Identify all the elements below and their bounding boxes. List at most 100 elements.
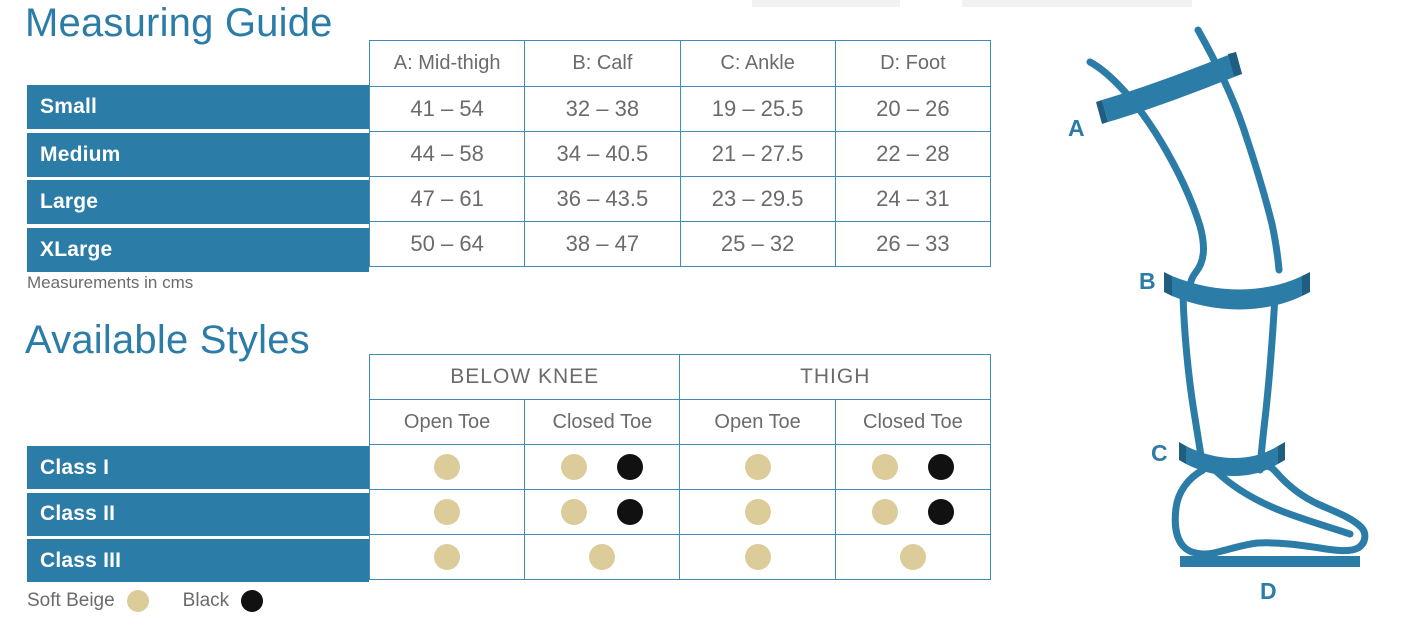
available-styles-color-cell	[834, 489, 992, 535]
available-styles-color-cell	[524, 489, 681, 535]
measuring-guide-size-label: Large	[27, 180, 369, 224]
legend-color-swatch	[126, 590, 149, 612]
leg-label-a: A	[1068, 115, 1085, 141]
top-edge-artifact	[752, 0, 900, 7]
leg-label-b: B	[1139, 268, 1156, 294]
available-styles-group-header: THIGH	[679, 354, 991, 400]
measuring-guide-cell: 21 – 27.5	[679, 131, 836, 177]
measuring-guide-column-header: C: Ankle	[679, 40, 836, 87]
color-dot-group	[525, 535, 679, 579]
color-dot-group	[370, 445, 524, 489]
available-styles-group-header-row: BELOW KNEE THIGH	[368, 354, 991, 400]
table-row: 50 – 64 38 – 47 25 – 32 26 – 33	[368, 221, 992, 267]
available-styles-group-header: BELOW KNEE	[368, 354, 681, 400]
color-legend: Soft Beige Black	[27, 590, 264, 612]
soft-beige-color-dot	[561, 454, 588, 480]
measuring-guide-header-row: A: Mid-thigh B: Calf C: Ankle D: Foot	[368, 40, 992, 87]
measuring-guide-column-header: D: Foot	[834, 40, 992, 87]
available-styles-class-label: Class I	[27, 446, 369, 489]
measuring-guide-cell: 23 – 29.5	[679, 176, 836, 222]
color-dot-group	[680, 490, 834, 534]
color-dot-group	[370, 490, 524, 534]
measuring-guide-cell: 32 – 38	[524, 86, 681, 132]
available-styles-sub-header-row: Open Toe Closed Toe Open Toe Closed Toe	[368, 399, 992, 445]
measuring-guide-cell: 26 – 33	[834, 221, 992, 267]
legend-item: Black	[182, 590, 264, 612]
measuring-guide-table: A: Mid-thigh B: Calf C: Ankle D: Foot 41 – …	[368, 40, 992, 267]
table-row: 41 – 54 32 – 38 19 – 25.5 20 – 26	[368, 86, 992, 132]
soft-beige-color-dot	[744, 499, 771, 525]
black-color-dot	[927, 499, 954, 525]
measuring-guide-cell: 19 – 25.5	[679, 86, 836, 132]
table-row	[368, 489, 992, 535]
measuring-guide-cell: 41 – 54	[368, 86, 526, 132]
available-styles-color-cell	[368, 444, 526, 490]
measuring-guide-page: Measuring Guide Small Medium Large XLarge A…	[0, 0, 1404, 640]
measuring-guide-cell: 44 – 58	[368, 131, 526, 177]
available-styles-color-cell	[834, 534, 992, 580]
measuring-guide-cell: 36 – 43.5	[524, 176, 681, 222]
measurements-unit-footnote: Measurements in cms	[27, 273, 194, 292]
measuring-guide-column-header: A: Mid-thigh	[368, 40, 526, 87]
table-row: 47 – 61 36 – 43.5 23 – 29.5 24 – 31	[368, 176, 992, 222]
foot-outline-path	[1171, 462, 1369, 558]
color-dot-group	[836, 535, 990, 579]
color-dot-group	[525, 490, 679, 534]
legend-item: Soft Beige	[27, 590, 149, 612]
available-styles-color-cell	[368, 534, 526, 580]
available-styles-table: BELOW KNEE THIGH Open Toe Closed Toe Open T…	[368, 354, 992, 580]
table-row	[368, 534, 992, 580]
legend-label: Soft Beige	[27, 590, 115, 611]
available-styles-class-label: Class III	[27, 539, 369, 582]
soft-beige-color-dot	[434, 544, 461, 570]
leg-label-d: D	[1260, 578, 1277, 604]
soft-beige-color-dot	[589, 544, 616, 570]
available-styles-sub-header: Closed Toe	[524, 399, 681, 445]
soft-beige-color-dot	[434, 454, 461, 480]
measuring-guide-heading: Measuring Guide	[25, 1, 333, 45]
soft-beige-color-dot	[871, 499, 898, 525]
table-row: 44 – 58 34 – 40.5 21 – 27.5 22 – 28	[368, 131, 992, 177]
measuring-guide-cell: 25 – 32	[679, 221, 836, 267]
color-dot-group	[680, 445, 834, 489]
table-row	[368, 444, 992, 490]
leg-back-calf-path	[1179, 291, 1207, 472]
available-styles-color-cell	[368, 489, 526, 535]
measuring-guide-column-header: B: Calf	[524, 40, 681, 87]
measuring-guide-cell: 20 – 26	[834, 86, 992, 132]
measuring-guide-size-label: XLarge	[27, 227, 369, 272]
measuring-guide-cell: 34 – 40.5	[524, 131, 681, 177]
soft-beige-color-dot	[434, 499, 461, 525]
legend-color-swatch	[241, 590, 264, 612]
color-dot-group	[836, 445, 990, 489]
available-styles-color-cell	[524, 444, 681, 490]
legend-label: Black	[182, 590, 230, 611]
soft-beige-color-dot	[899, 544, 926, 570]
available-styles-color-cell	[679, 489, 836, 535]
color-dot-group	[525, 445, 679, 489]
available-styles-color-cell	[834, 444, 992, 490]
measuring-guide-cell: 22 – 28	[834, 131, 992, 177]
leg-label-c: C	[1151, 440, 1168, 466]
available-styles-sub-header: Closed Toe	[834, 399, 992, 445]
black-color-dot	[927, 454, 954, 480]
available-styles-heading: Available Styles	[25, 318, 310, 362]
leg-measurement-diagram: A B C D	[1020, 0, 1404, 640]
bar-d-foot-length	[1180, 556, 1360, 567]
color-dot-group	[680, 535, 834, 579]
soft-beige-color-dot	[871, 454, 898, 480]
available-styles-sub-header: Open Toe	[679, 399, 836, 445]
measuring-guide-cell: 24 – 31	[834, 176, 992, 222]
leg-front-shin-path	[1256, 292, 1279, 472]
leg-diagram-svg	[1086, 26, 1369, 567]
measuring-guide-size-label: Small	[27, 85, 369, 129]
black-color-dot	[617, 499, 644, 525]
color-dot-group	[836, 490, 990, 534]
available-styles-sub-header: Open Toe	[368, 399, 526, 445]
color-dot-group	[370, 535, 524, 579]
available-styles-class-label: Class II	[27, 492, 369, 536]
measuring-guide-cell: 47 – 61	[368, 176, 526, 222]
available-styles-color-cell	[679, 444, 836, 490]
soft-beige-color-dot	[744, 544, 771, 570]
measuring-guide-cell: 50 – 64	[368, 221, 526, 267]
